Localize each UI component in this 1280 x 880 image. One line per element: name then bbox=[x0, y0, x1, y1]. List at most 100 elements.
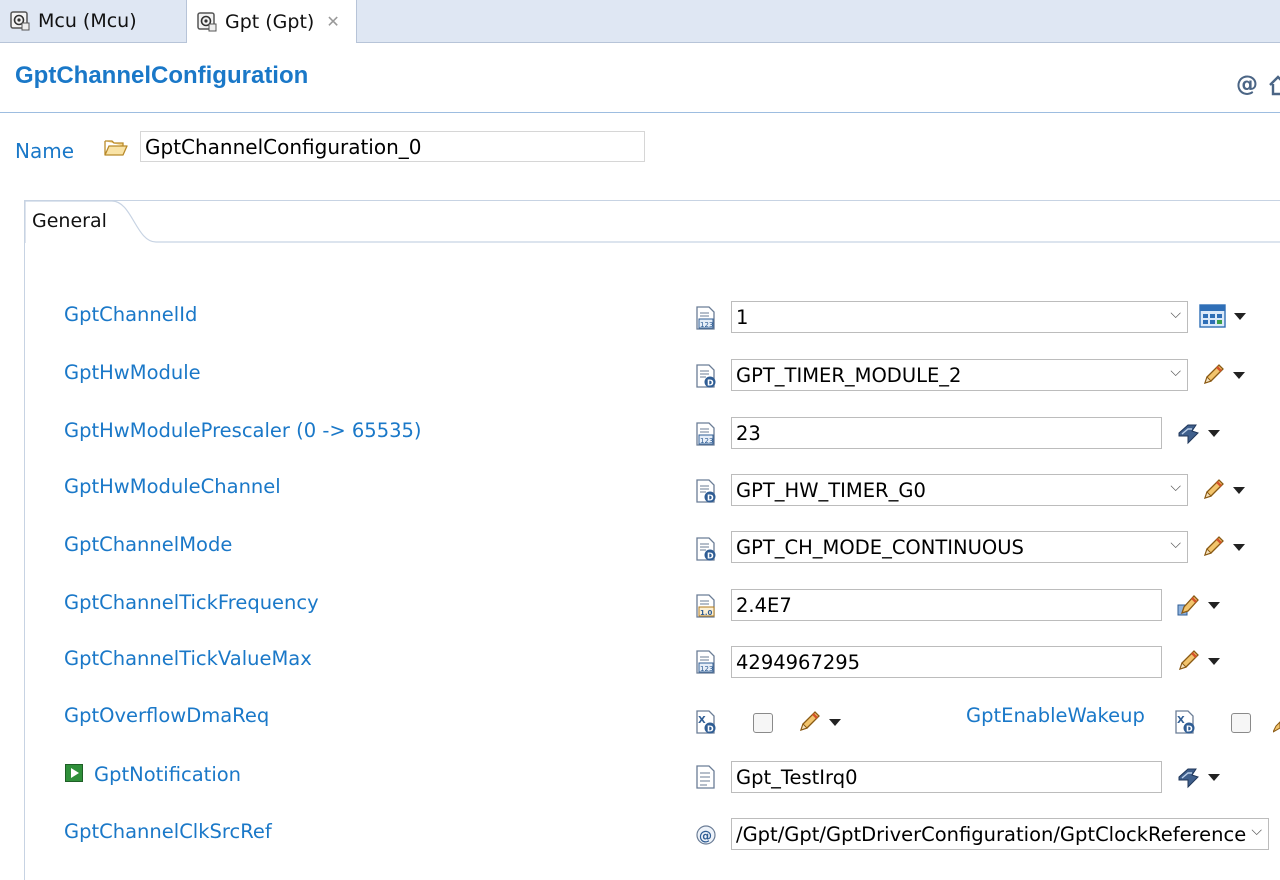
gpt-notification-field[interactable]: Gpt_TestIrq0 bbox=[731, 761, 1162, 793]
param-label-gpt-notification: GptNotification bbox=[94, 763, 242, 786]
gpt-channel-tick-frequency-action[interactable] bbox=[1176, 593, 1220, 617]
pencil-icon[interactable] bbox=[1273, 712, 1280, 734]
enum-param-icon: D bbox=[696, 364, 716, 388]
gpt-channel-tick-value-max-action[interactable] bbox=[1176, 649, 1220, 673]
dropdown-arrow-icon[interactable] bbox=[1208, 773, 1220, 781]
svg-text:123: 123 bbox=[700, 437, 713, 445]
dropdown-arrow-icon[interactable] bbox=[829, 718, 841, 726]
gpt-hw-module-prescaler-field[interactable]: 23 bbox=[731, 417, 1162, 449]
calculated-icon bbox=[1178, 768, 1199, 789]
tab-mcu-label: Mcu (Mcu) bbox=[38, 10, 137, 32]
chevron-down-icon[interactable]: ⌵ bbox=[1170, 364, 1181, 380]
gpt-overflow-dma-req-action[interactable] bbox=[797, 710, 841, 734]
gpt-hw-module-channel-combo[interactable]: GPT_HW_TIMER_G0 ⌵ bbox=[731, 474, 1188, 506]
header-toolbar: @ bbox=[1236, 72, 1280, 97]
form-title: GptChannelConfiguration bbox=[15, 62, 309, 89]
pencil-icon bbox=[1203, 536, 1224, 557]
gpt-hw-module-prescaler-action[interactable] bbox=[1176, 421, 1220, 445]
gpt-hw-module-combo[interactable]: GPT_TIMER_MODULE_2 ⌵ bbox=[731, 359, 1188, 391]
svg-text:D: D bbox=[707, 379, 714, 388]
chevron-down-icon[interactable]: ⌵ bbox=[1170, 536, 1181, 552]
dropdown-arrow-icon[interactable] bbox=[1233, 543, 1245, 551]
param-label-gpt-hw-module-channel: GptHwModuleChannel bbox=[64, 475, 281, 498]
boolean-param-icon: X D bbox=[1175, 710, 1195, 734]
gpt-hw-module-action[interactable] bbox=[1201, 363, 1245, 387]
tab-gpt-label: Gpt (Gpt) bbox=[225, 10, 315, 33]
pencil-icon bbox=[799, 711, 820, 732]
tab-general[interactable]: General bbox=[32, 210, 107, 232]
name-label: Name bbox=[15, 139, 75, 163]
pencil-icon bbox=[1178, 650, 1199, 671]
play-icon[interactable] bbox=[65, 764, 83, 782]
svg-text:D: D bbox=[1186, 725, 1193, 734]
gpt-channel-clk-src-ref-value: /Gpt/Gpt/GptDriverConfiguration/GptClock… bbox=[736, 823, 1247, 846]
chevron-down-icon[interactable]: ⌵ bbox=[1248, 823, 1262, 839]
gpt-channel-tick-frequency-field[interactable]: 2.4E7 bbox=[731, 589, 1162, 621]
param-label-gpt-enable-wakeup: GptEnableWakeup bbox=[966, 704, 1145, 727]
reference-param-icon: @ bbox=[696, 825, 716, 845]
svg-text:X: X bbox=[1177, 715, 1185, 726]
pencil-icon bbox=[1203, 364, 1224, 385]
module-config-icon bbox=[10, 11, 30, 31]
gpt-channel-mode-value: GPT_CH_MODE_CONTINUOUS bbox=[736, 536, 1024, 559]
pencil-icon bbox=[1203, 479, 1224, 500]
function-param-icon bbox=[696, 765, 715, 789]
gpt-channel-mode-combo[interactable]: GPT_CH_MODE_CONTINUOUS ⌵ bbox=[731, 531, 1188, 563]
svg-text:1.0: 1.0 bbox=[700, 609, 713, 617]
svg-text:123: 123 bbox=[700, 321, 713, 329]
tab-gpt[interactable]: Gpt (Gpt) ✕ bbox=[186, 0, 357, 43]
at-sign-icon[interactable]: @ bbox=[1236, 72, 1258, 97]
gpt-channel-mode-action[interactable] bbox=[1201, 535, 1245, 559]
dropdown-arrow-icon[interactable] bbox=[1234, 312, 1246, 320]
svg-text:D: D bbox=[707, 494, 714, 503]
dropdown-arrow-icon[interactable] bbox=[1208, 601, 1220, 609]
param-label-gpt-channel-tick-frequency: GptChannelTickFrequency bbox=[64, 591, 319, 614]
svg-text:123: 123 bbox=[700, 665, 713, 673]
enum-param-icon: D bbox=[696, 537, 716, 561]
param-label-gpt-channel-id: GptChannelId bbox=[64, 303, 198, 326]
gpt-channel-clk-src-ref-combo[interactable]: /Gpt/Gpt/GptDriverConfiguration/GptClock… bbox=[731, 818, 1269, 850]
param-label-gpt-channel-clk-src-ref: GptChannelClkSrcRef bbox=[64, 820, 272, 843]
enum-param-icon: D bbox=[696, 479, 716, 503]
svg-text:D: D bbox=[707, 552, 714, 561]
close-icon[interactable]: ✕ bbox=[326, 12, 339, 31]
gpt-hw-module-channel-value: GPT_HW_TIMER_G0 bbox=[736, 479, 926, 502]
name-field[interactable]: GptChannelConfiguration_0 bbox=[140, 131, 645, 162]
calculator-icon bbox=[1199, 304, 1226, 328]
gpt-channel-id-value: 1 bbox=[736, 306, 749, 329]
gpt-hw-module-channel-action[interactable] bbox=[1201, 478, 1245, 502]
chevron-down-icon[interactable]: ⌵ bbox=[1170, 479, 1181, 495]
folder-open-icon bbox=[104, 140, 128, 156]
dropdown-arrow-icon[interactable] bbox=[1208, 429, 1220, 437]
header-divider bbox=[0, 112, 1280, 113]
param-label-gpt-hw-module-prescaler: GptHwModulePrescaler (0 -> 65535) bbox=[64, 419, 422, 442]
integer-param-icon: 123 bbox=[696, 422, 715, 446]
param-label-gpt-channel-tick-value-max: GptChannelTickValueMax bbox=[64, 647, 312, 670]
tab-mcu[interactable]: Mcu (Mcu) bbox=[0, 0, 186, 42]
svg-text:D: D bbox=[707, 725, 714, 734]
editor-tab-bar: Mcu (Mcu) Gpt (Gpt) ✕ bbox=[0, 0, 1280, 43]
dropdown-arrow-icon[interactable] bbox=[1233, 486, 1245, 494]
general-tab-shape bbox=[24, 200, 1280, 244]
svg-text:X: X bbox=[698, 715, 706, 726]
boolean-param-icon: X D bbox=[696, 710, 716, 734]
dropdown-arrow-icon[interactable] bbox=[1233, 371, 1245, 379]
gpt-hw-module-value: GPT_TIMER_MODULE_2 bbox=[736, 364, 962, 387]
param-label-gpt-overflow-dma-req: GptOverflowDmaReq bbox=[64, 704, 270, 727]
gpt-channel-tick-value-max-field[interactable]: 4294967295 bbox=[731, 646, 1162, 678]
gpt-overflow-dma-req-checkbox[interactable] bbox=[753, 713, 773, 733]
integer-param-icon: 123 bbox=[696, 306, 715, 330]
linked-pencil-icon bbox=[1177, 595, 1199, 616]
chevron-down-icon[interactable]: ⌵ bbox=[1170, 306, 1181, 322]
gpt-channel-id-action[interactable] bbox=[1199, 304, 1246, 328]
param-label-gpt-channel-mode: GptChannelMode bbox=[64, 533, 233, 556]
gpt-channel-id-combo[interactable]: 1 ⌵ bbox=[731, 301, 1188, 333]
calculated-icon bbox=[1178, 424, 1199, 445]
param-label-gpt-hw-module: GptHwModule bbox=[64, 361, 201, 384]
svg-text:@: @ bbox=[699, 829, 712, 844]
gpt-notification-action[interactable] bbox=[1176, 765, 1220, 789]
float-param-icon: 1.0 bbox=[696, 594, 715, 618]
home-icon[interactable] bbox=[1268, 74, 1280, 96]
dropdown-arrow-icon[interactable] bbox=[1208, 657, 1220, 665]
gpt-enable-wakeup-checkbox[interactable] bbox=[1231, 713, 1251, 733]
